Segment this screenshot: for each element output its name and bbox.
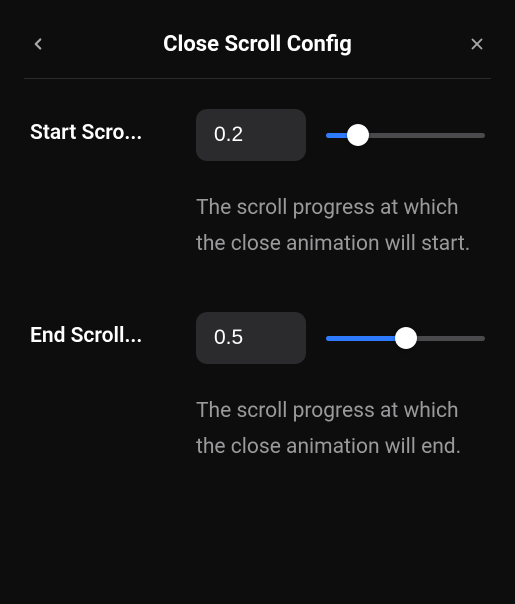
- close-button[interactable]: [463, 30, 491, 58]
- control-top-row: [196, 312, 485, 364]
- control-column: The scroll progress at which the close a…: [196, 109, 485, 262]
- panel-title: Close Scroll Config: [52, 32, 463, 57]
- config-panel: Close Scroll Config Start Scro...: [0, 0, 515, 604]
- end-scroll-slider[interactable]: [326, 326, 485, 350]
- header-divider: [24, 78, 491, 79]
- start-scroll-label: Start Scro...: [30, 121, 178, 145]
- panel-header: Close Scroll Config: [0, 0, 515, 78]
- slider-thumb[interactable]: [395, 327, 417, 349]
- end-scroll-row: End Scroll... The scroll progress at whi…: [30, 312, 485, 465]
- start-scroll-slider[interactable]: [326, 123, 485, 147]
- start-scroll-input[interactable]: [196, 109, 306, 161]
- close-icon: [468, 35, 486, 53]
- slider-thumb[interactable]: [347, 124, 369, 146]
- start-scroll-row: Start Scro... The scroll progress at whi…: [30, 109, 485, 262]
- control-column: The scroll progress at which the close a…: [196, 312, 485, 465]
- panel-content: Start Scro... The scroll progress at whi…: [0, 109, 515, 466]
- back-button[interactable]: [24, 30, 52, 58]
- end-scroll-label: End Scroll...: [30, 324, 178, 348]
- label-column: Start Scro...: [30, 109, 178, 145]
- start-scroll-description: The scroll progress at which the close a…: [196, 191, 485, 262]
- label-column: End Scroll...: [30, 312, 178, 348]
- chevron-left-icon: [29, 35, 47, 53]
- control-top-row: [196, 109, 485, 161]
- end-scroll-input[interactable]: [196, 312, 306, 364]
- end-scroll-description: The scroll progress at which the close a…: [196, 394, 485, 465]
